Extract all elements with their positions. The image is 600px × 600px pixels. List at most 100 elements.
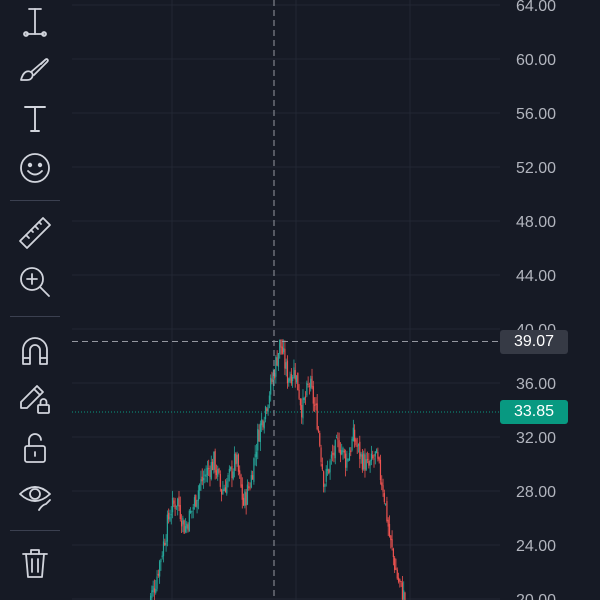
ruler-tool[interactable] — [8, 211, 62, 255]
candle-body — [217, 468, 219, 477]
candle-body — [209, 469, 211, 478]
candle-body — [199, 484, 201, 491]
price-axis[interactable]: 64.0060.0056.0052.0048.0044.0040.0036.00… — [516, 0, 556, 600]
candle-body — [334, 440, 336, 459]
candle-body — [153, 588, 156, 593]
toolbar-divider — [10, 530, 60, 531]
candle-body — [307, 383, 309, 385]
candle-body — [335, 437, 338, 439]
candle-body — [289, 376, 291, 381]
lock-drawings-icon — [20, 385, 50, 414]
candle-body — [264, 406, 267, 420]
brush-tool-icon — [20, 58, 49, 81]
candle-body — [387, 519, 389, 527]
candle-body — [359, 441, 361, 459]
price-axis-tick-label: 48.00 — [516, 214, 556, 231]
candle-body — [332, 453, 334, 455]
candle-body — [235, 453, 237, 465]
candle-body — [317, 429, 320, 432]
candle-body — [391, 538, 393, 548]
price-chart[interactable]: 64.0060.0056.0052.0048.0044.0040.0036.00… — [0, 0, 600, 600]
candle-body — [267, 405, 269, 412]
candle-body — [188, 510, 190, 532]
candle-body — [166, 514, 168, 542]
magnet-tool[interactable] — [8, 328, 62, 372]
candle-body — [252, 475, 254, 480]
candle-body — [373, 458, 375, 460]
candle-body — [313, 404, 316, 406]
candle-body — [370, 453, 373, 462]
candle-body — [299, 398, 301, 406]
candle-body — [202, 478, 205, 481]
candle-body — [348, 452, 351, 461]
candle-body — [286, 360, 289, 384]
candle-body — [196, 500, 198, 508]
candle-body — [173, 500, 175, 504]
candle-body — [152, 585, 154, 593]
delete-tool[interactable] — [8, 541, 62, 585]
candle-body — [175, 505, 178, 507]
candle-body — [263, 421, 265, 429]
zoom-in-tool[interactable] — [8, 260, 62, 304]
candle-body — [357, 444, 360, 446]
candle-body — [233, 453, 236, 471]
candle-body — [328, 469, 330, 474]
candle-body — [249, 487, 251, 489]
candle-body — [301, 405, 303, 418]
candle-body — [281, 346, 283, 354]
candle-body — [369, 460, 371, 466]
candle-body — [304, 396, 307, 398]
candle-body — [325, 468, 327, 482]
candle-body — [192, 507, 194, 510]
candle-body — [366, 459, 369, 461]
candle-body — [379, 459, 382, 480]
candle-body — [213, 451, 215, 470]
candle-body — [262, 420, 264, 428]
visibility-tool[interactable] — [8, 474, 62, 518]
candle-body — [244, 491, 246, 507]
magnet-tool-icon — [22, 337, 48, 365]
price-axis-tick-label: 36.00 — [516, 376, 556, 393]
candle-body — [343, 450, 345, 453]
toolbar-divider — [10, 200, 60, 201]
candle-body — [392, 548, 394, 558]
candle-body — [338, 440, 340, 452]
price-axis-tick-label: 52.00 — [516, 160, 556, 177]
candle-body — [151, 590, 153, 599]
candle-body — [159, 561, 161, 577]
candle-body — [191, 510, 193, 512]
ruler-tool-icon — [19, 217, 51, 249]
candle-body — [261, 419, 263, 426]
candle-body — [378, 457, 380, 461]
candle-body — [385, 503, 387, 505]
candle-body — [170, 514, 172, 516]
candle-body — [241, 484, 243, 500]
zoom-in-tool-icon — [20, 267, 50, 297]
candle-body — [178, 496, 180, 507]
candle-body — [246, 484, 249, 505]
candle-body — [187, 524, 189, 530]
candle-body — [295, 375, 298, 383]
text-tool[interactable] — [8, 96, 62, 140]
emoji-tool[interactable] — [8, 146, 62, 190]
candle-body — [399, 579, 401, 582]
last-price-label: 33.85 — [500, 400, 568, 425]
candle-body — [183, 520, 185, 534]
price-axis-tick-label: 44.00 — [516, 268, 556, 285]
candle-body — [337, 438, 339, 440]
candle-body — [228, 468, 230, 473]
unlock-tool[interactable] — [8, 426, 62, 470]
candle-body — [279, 339, 281, 354]
candle-body — [320, 447, 322, 462]
lock-drawings-tool[interactable] — [8, 376, 62, 420]
brush-tool[interactable] — [8, 46, 62, 90]
candle-body — [253, 458, 255, 482]
candle-body — [171, 497, 174, 513]
candle-body — [361, 454, 363, 470]
candle-body — [219, 474, 221, 487]
candle-body — [201, 476, 203, 482]
delete-icon — [22, 549, 48, 578]
measure-text-tool[interactable] — [8, 0, 62, 44]
candle-body — [268, 395, 270, 404]
measure-text-tool-icon — [23, 8, 47, 37]
